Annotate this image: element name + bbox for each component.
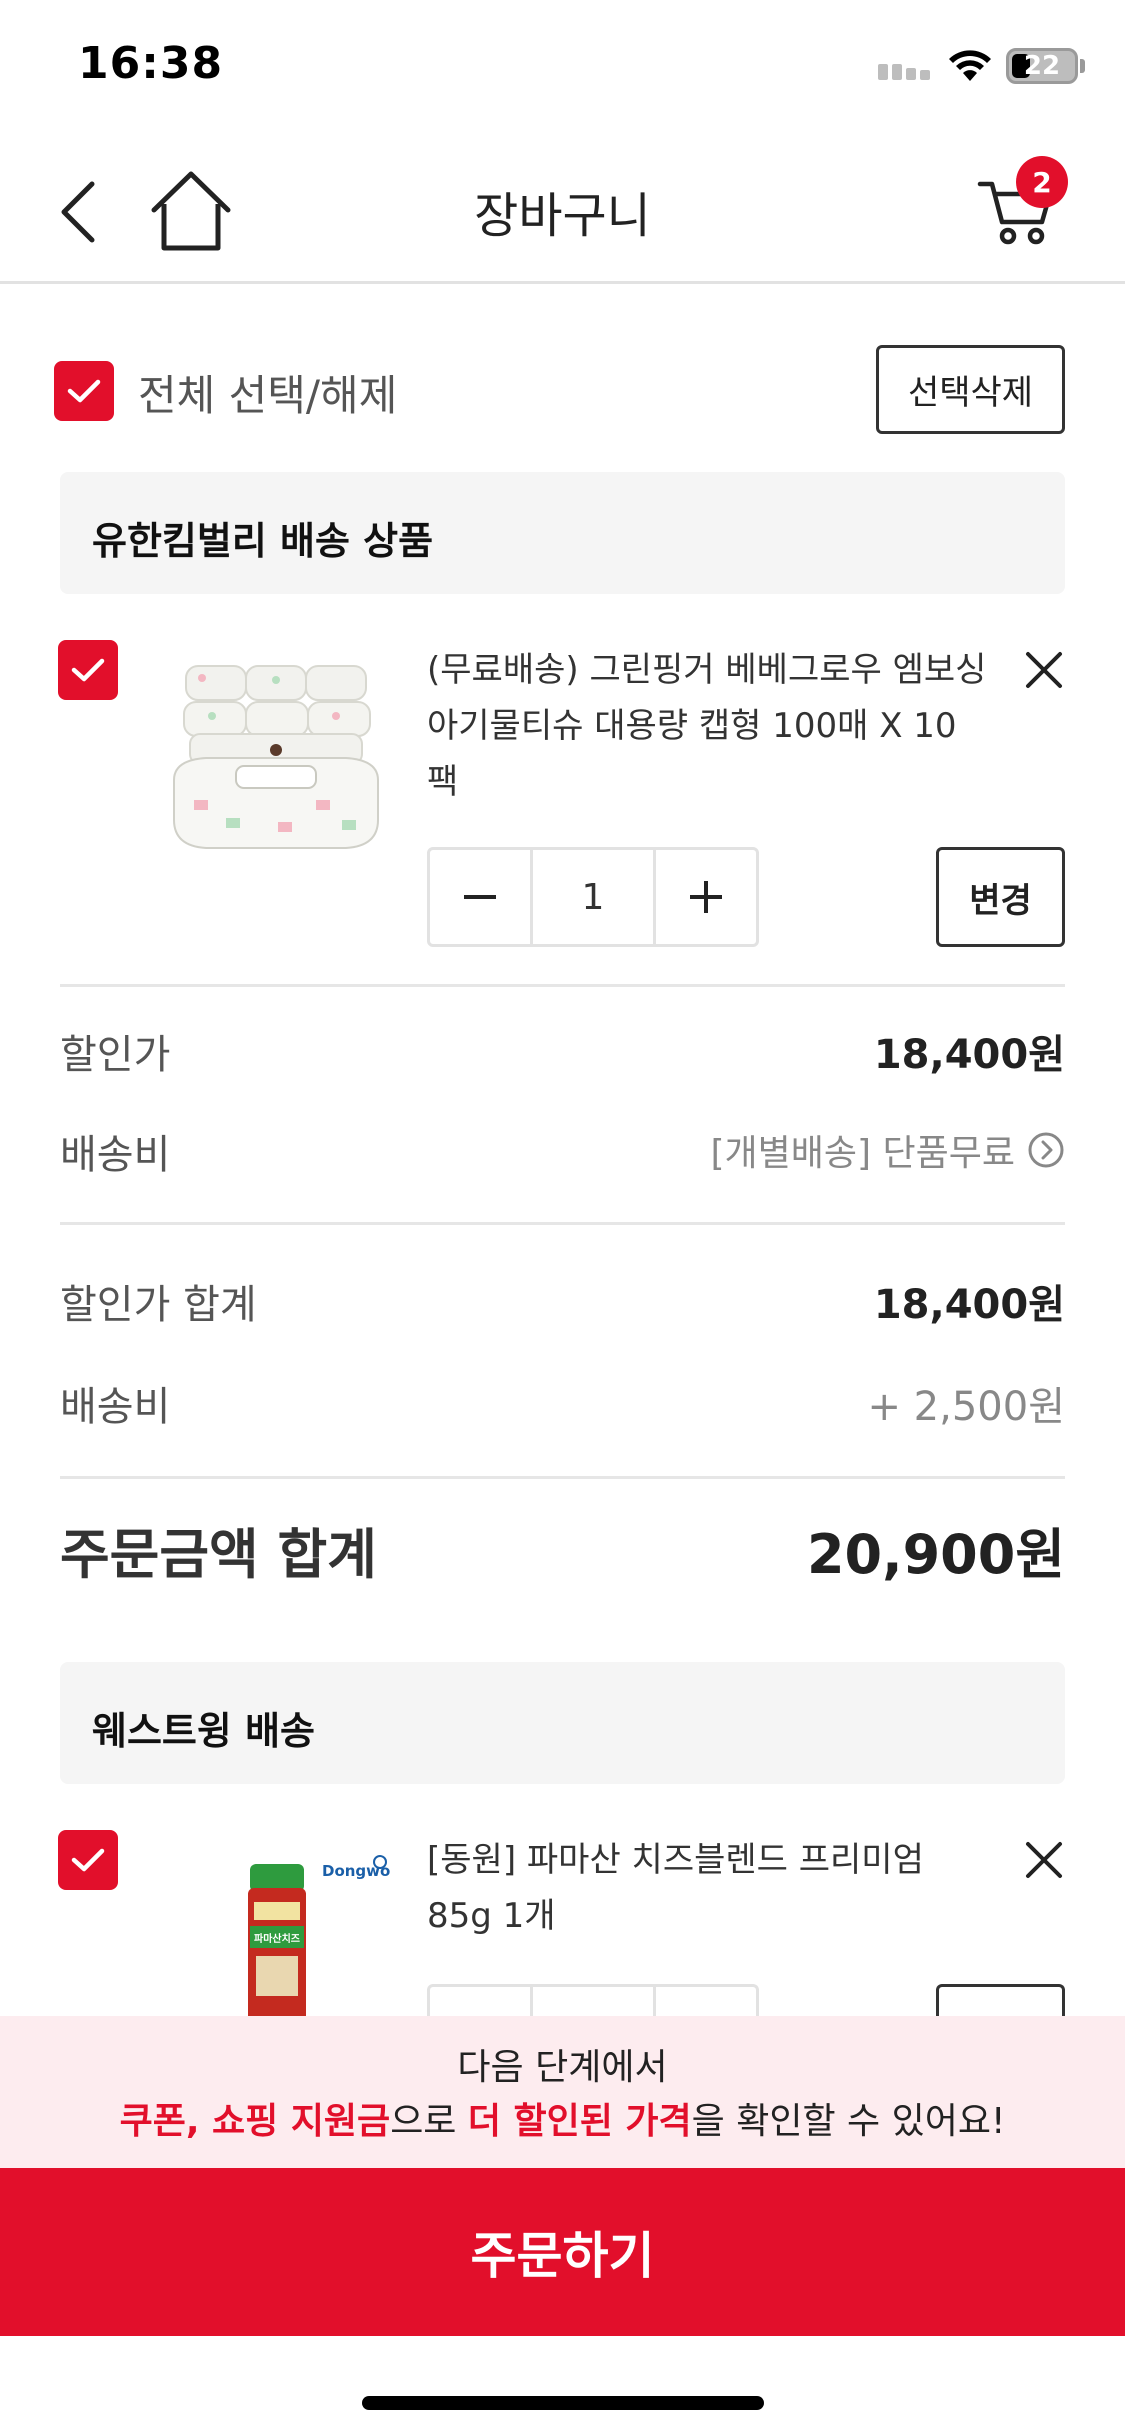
status-time: 16:38 xyxy=(78,38,224,89)
cart-count-badge: 2 xyxy=(1016,156,1068,208)
decrease-quantity-button[interactable] xyxy=(430,850,530,944)
wipes-pack-image xyxy=(173,665,379,849)
order-total-value: 20,900원 xyxy=(806,1523,1065,1586)
change-quantity-button[interactable]: 변경 xyxy=(936,847,1065,947)
subtotal-label: 할인가 합계 xyxy=(60,1282,257,1328)
wifi-icon xyxy=(949,50,991,81)
select-all-label: 전체 선택/해제 xyxy=(138,371,398,420)
battery-icon: 22 xyxy=(1006,48,1078,84)
discount-price-value: 18,400원 xyxy=(873,1032,1065,1078)
seller-group-header: 웨스트윙 배송 xyxy=(60,1662,1065,1784)
notice-text: 을 확인할 수 있어요! xyxy=(691,2101,1006,2142)
shipping-info-text: [개별배송] 단품무료 xyxy=(710,1133,1016,1174)
notice-line2: 쿠폰, 쇼핑 지원금으로 더 할인된 가격을 확인할 수 있어요! xyxy=(0,2092,1125,2144)
check-icon xyxy=(71,1848,105,1872)
shipping-fee-label: 배송비 xyxy=(60,1384,171,1430)
brand-logo-text: Dongwon xyxy=(322,1862,390,1880)
notice-text: 으로 xyxy=(390,2101,468,2142)
shipping-label: 배송비 xyxy=(60,1132,171,1178)
select-all-checkbox[interactable] xyxy=(54,361,114,421)
order-total-label: 주문금액 합계 xyxy=(60,1523,377,1586)
shipping-info-link[interactable]: [개별배송] 단품무료 xyxy=(711,1124,1066,1176)
item-checkbox[interactable] xyxy=(58,1830,118,1890)
notice-line1: 다음 단계에서 xyxy=(457,2047,668,2088)
order-button[interactable]: 주문하기 xyxy=(0,2168,1125,2336)
divider xyxy=(60,1476,1065,1479)
close-icon xyxy=(1026,1842,1062,1878)
delete-selected-button[interactable]: 선택삭제 xyxy=(876,345,1065,434)
divider xyxy=(60,984,1065,987)
product-image[interactable] xyxy=(166,650,386,870)
page-title: 장바구니 xyxy=(474,188,651,244)
discount-notice-banner: 다음 단계에서 쿠폰, 쇼핑 지원금으로 더 할인된 가격을 확인할 수 있어요… xyxy=(0,2016,1125,2168)
check-icon xyxy=(67,379,101,403)
home-indicator[interactable] xyxy=(362,2396,764,2410)
battery-level: 22 xyxy=(1023,51,1061,81)
cheese-container-image: Dongwon 파마산치즈 xyxy=(248,1855,390,2016)
quantity-value[interactable]: 1 xyxy=(530,850,656,944)
chevron-right-circle-icon xyxy=(1028,1132,1064,1168)
notice-highlight-discount: 더 할인된 가격 xyxy=(467,2101,692,2142)
status-bar: 16:38 22 xyxy=(0,0,1125,140)
seller-group-title: 유한킴벌리 배송 상품 xyxy=(92,519,434,563)
shipping-fee-value: + 2,500원 xyxy=(867,1384,1065,1430)
product-label-text: 파마산치즈 xyxy=(254,1932,300,1945)
notice-highlight-coupon: 쿠폰, 쇼핑 지원금 xyxy=(119,2101,391,2142)
minus-icon xyxy=(464,895,496,899)
discount-price-label: 할인가 xyxy=(60,1032,171,1078)
battery-tip xyxy=(1080,59,1085,73)
check-icon xyxy=(71,658,105,682)
quantity-stepper: 1 xyxy=(427,847,759,947)
product-name[interactable]: (무료배송) 그린핑거 베베그로우 엠보싱 아기물티슈 대용량 캡형 100매 … xyxy=(427,642,987,810)
increase-quantity-button[interactable] xyxy=(656,850,756,944)
remove-item-button[interactable] xyxy=(1016,642,1072,698)
seller-group-header: 유한킴벌리 배송 상품 xyxy=(60,472,1065,594)
header: 장바구니 xyxy=(0,140,1125,284)
status-icons: 22 xyxy=(878,48,1085,84)
divider xyxy=(60,1222,1065,1225)
item-checkbox[interactable] xyxy=(58,640,118,700)
remove-item-button[interactable] xyxy=(1016,1832,1072,1888)
product-name[interactable]: [동원] 파마산 치즈블렌드 프리미엄 85g 1개 xyxy=(427,1832,987,1944)
product-image[interactable]: Dongwon 파마산치즈 xyxy=(200,1840,390,2016)
seller-group-title: 웨스트윙 배송 xyxy=(92,1709,315,1753)
plus-icon xyxy=(690,881,722,913)
close-icon xyxy=(1026,652,1062,688)
signal-icon xyxy=(878,64,930,80)
subtotal-value: 18,400원 xyxy=(873,1282,1065,1328)
